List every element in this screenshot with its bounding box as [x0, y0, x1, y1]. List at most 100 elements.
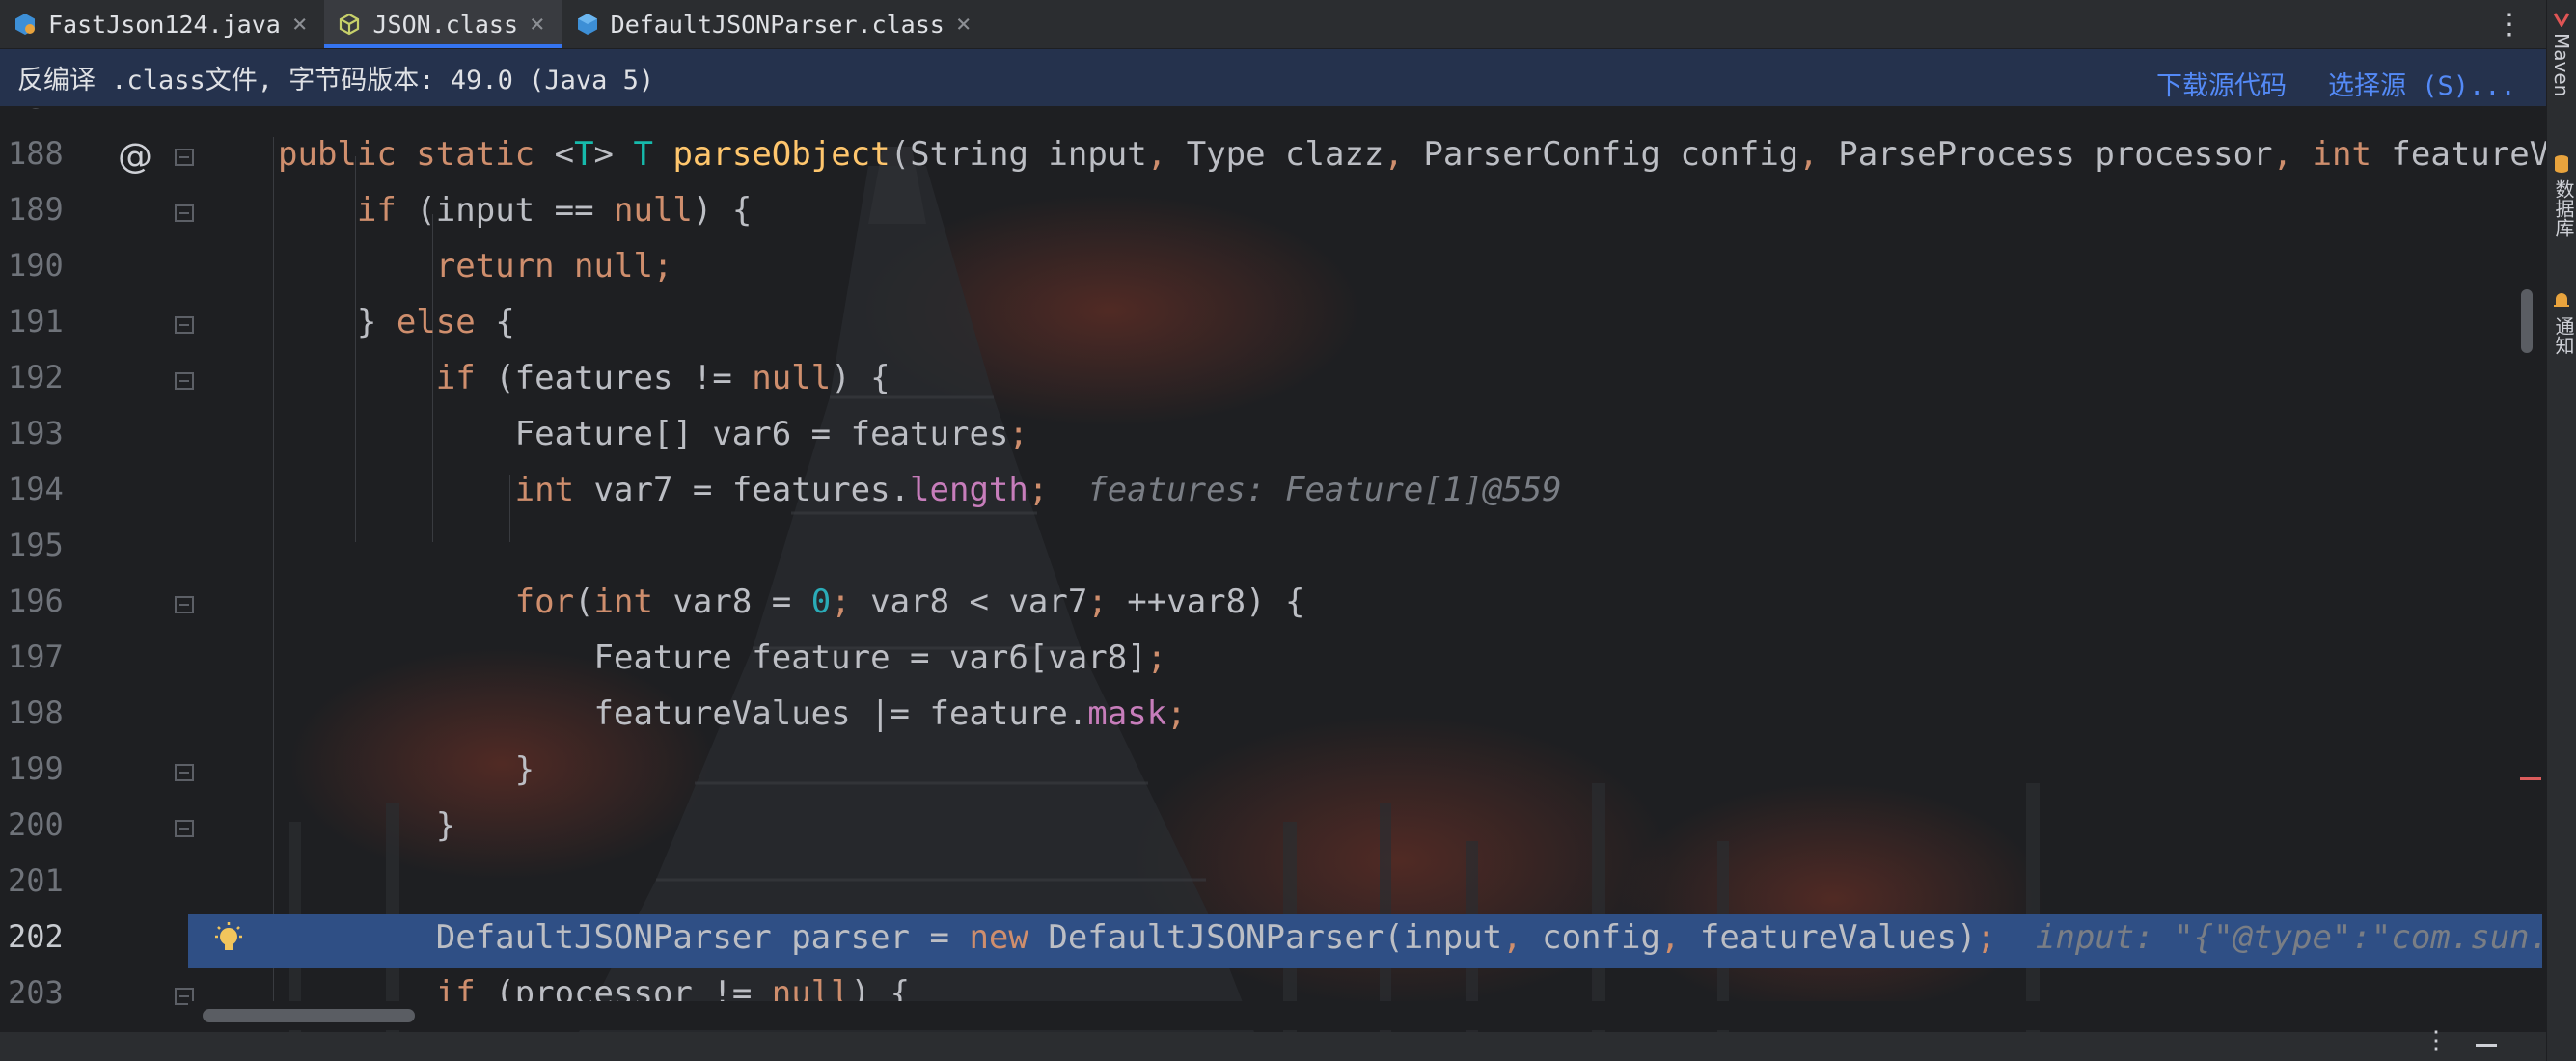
- line-number: 189: [8, 191, 64, 228]
- horizontal-scroll-track: [188, 1001, 2542, 1030]
- horizontal-scrollbar[interactable]: [203, 1009, 415, 1022]
- code-text[interactable]: if (input == null) {: [278, 191, 752, 230]
- code-token: 0: [810, 583, 832, 621]
- code-token: ,: [1502, 918, 1543, 957]
- compiled-class-icon: [340, 13, 360, 36]
- code-token: featureValues): [1699, 918, 1977, 957]
- code-token: (: [574, 583, 594, 621]
- code-token: else: [396, 303, 496, 341]
- code-token: }: [278, 303, 397, 341]
- line-number: 202: [8, 918, 64, 955]
- code-text[interactable]: Feature feature = var6[var8];: [278, 639, 1167, 677]
- code-token: (String input: [890, 135, 1147, 174]
- close-icon[interactable]: ×: [956, 12, 972, 37]
- notifications-bell-icon: [2554, 293, 2569, 307]
- code-text[interactable]: }: [278, 806, 455, 845]
- maven-tool-button[interactable]: Maven: [2550, 33, 2573, 96]
- code-token: featureValues |= feature.: [278, 694, 1088, 733]
- code-token: Type clazz: [1186, 135, 1384, 174]
- line-number: 192: [8, 359, 64, 395]
- code-text[interactable]: featureValues |= feature.mask;: [278, 694, 1187, 733]
- code-text[interactable]: for(int var8 = 0; var8 < var7; ++var8) {: [278, 583, 1305, 621]
- line-number: 200: [8, 806, 64, 843]
- code-text[interactable]: public static <T> T parseObject(String i…: [278, 135, 2547, 174]
- fold-end-icon[interactable]: [174, 818, 195, 839]
- tab-fastjson124-java[interactable]: FastJson124.java ×: [0, 0, 324, 48]
- more-options-icon[interactable]: ⋮: [2424, 1026, 2449, 1055]
- code-token: ParseProcess processor: [1838, 135, 2273, 174]
- fold-icon[interactable]: [174, 203, 195, 224]
- code-token: length: [910, 471, 1028, 509]
- fold-icon[interactable]: [174, 594, 195, 615]
- code-token: public static: [278, 135, 555, 174]
- code-token: ;: [1146, 639, 1167, 677]
- code-editor[interactable]: 187 188public static <T> T parseObject(S…: [0, 108, 2547, 1032]
- java-class-icon: [15, 14, 35, 35]
- line-number: 203: [8, 974, 64, 1011]
- line-number: 197: [8, 639, 64, 675]
- minimize-icon[interactable]: [2476, 1044, 2497, 1047]
- code-token: ,: [1384, 135, 1424, 174]
- code-token: var7 = features.: [593, 471, 911, 509]
- line-number: 190: [8, 247, 64, 284]
- code-token: ,: [1798, 135, 1839, 174]
- tab-label: DefaultJSONParser.class: [610, 10, 945, 39]
- code-text[interactable]: return null;: [278, 247, 673, 286]
- code-token: (features !=: [495, 359, 753, 397]
- code-token: featureValues: [2391, 135, 2547, 174]
- vertical-scrollbar[interactable]: [2521, 289, 2533, 353]
- code-token: for: [514, 583, 575, 621]
- code-token: , int: [2272, 135, 2392, 174]
- code-token: T: [574, 135, 594, 174]
- code-text[interactable]: if (features != null) {: [278, 359, 891, 397]
- inline-debug-value: features: Feature[1]@559: [1048, 471, 1562, 509]
- download-source-link[interactable]: 下载源代码: [2156, 65, 2287, 102]
- code-line: 188 public static <T> T parseObject(Strin…: [0, 127, 2547, 183]
- code-text[interactable]: Feature[] var6 = features;: [278, 415, 1028, 453]
- code-token: config: [1542, 918, 1660, 957]
- override-gutter-icon[interactable]: @: [118, 137, 152, 177]
- line-number: 199: [8, 750, 64, 787]
- close-icon[interactable]: ×: [292, 12, 308, 37]
- editor-tab-bar: FastJson124.java × JSON.class × DefaultJ…: [0, 0, 2547, 49]
- line-number: 194: [8, 471, 64, 507]
- database-icon: [2555, 155, 2568, 173]
- line-number: 191: [8, 303, 64, 340]
- line-number: 201: [8, 862, 64, 899]
- banner-text: 反编译 .class文件, 字节码版本: 49.0 (Java 5): [17, 66, 655, 95]
- fold-end-icon[interactable]: [174, 762, 195, 783]
- code-token: ;: [1087, 583, 1128, 621]
- error-stripe-mark[interactable]: [2520, 777, 2541, 780]
- database-tool-button[interactable]: 数据库: [2550, 179, 2576, 237]
- code-token: ;: [831, 583, 871, 621]
- code-token: T: [633, 135, 673, 174]
- code-text[interactable]: int var7 = features.length; features: Fe…: [278, 471, 1562, 509]
- fold-icon[interactable]: [174, 314, 195, 336]
- code-line: 196 for(int var8 = 0; var8 < var7; ++var…: [0, 575, 2547, 631]
- inline-debug-value: input: "{"@type":"com.sun.ro: [1995, 918, 2547, 957]
- tab-defaultjsonparser-class[interactable]: DefaultJSONParser.class ×: [562, 0, 989, 48]
- lightbulb-icon[interactable]: [212, 922, 245, 959]
- close-icon[interactable]: ×: [530, 12, 545, 37]
- code-line: 191 } else {: [0, 295, 2547, 351]
- code-text[interactable]: }: [278, 750, 534, 789]
- code-token: new: [969, 918, 1049, 957]
- choose-source-link[interactable]: 选择源 (S)...: [2328, 65, 2516, 102]
- code-token: int: [514, 471, 594, 509]
- line-number: 188: [8, 135, 64, 172]
- notifications-tool-button[interactable]: 通知: [2550, 316, 2576, 355]
- code-token: }: [278, 750, 535, 789]
- code-token: var8 =: [672, 583, 811, 621]
- tab-json-class[interactable]: JSON.class ×: [324, 0, 562, 48]
- fold-icon[interactable]: [174, 147, 195, 168]
- code-token: ) {: [692, 191, 753, 230]
- line-number: 195: [8, 527, 64, 563]
- code-token: null: [614, 191, 693, 230]
- code-text[interactable]: DefaultJSONParser parser = new DefaultJS…: [278, 918, 2547, 957]
- code-token: ;: [1008, 415, 1028, 453]
- fold-icon[interactable]: [174, 370, 195, 392]
- code-text[interactable]: } else {: [278, 303, 515, 341]
- more-options-icon[interactable]: ⋮: [2495, 8, 2524, 41]
